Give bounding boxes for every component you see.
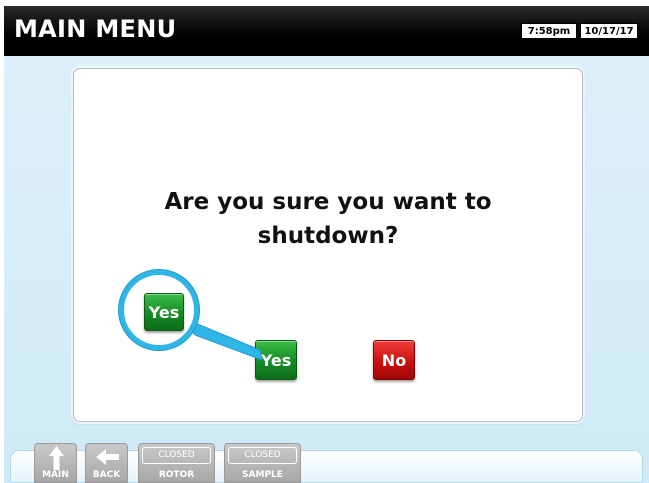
up-arrow-icon <box>49 446 64 470</box>
no-button[interactable]: No <box>373 340 415 380</box>
sample-label: SAMPLE <box>242 470 283 480</box>
shutdown-dialog: Are you sure you want to shutdown? Yes N… <box>73 68 583 422</box>
rotor-status: CLOSED <box>142 447 211 464</box>
rotor-label: ROTOR <box>158 470 195 480</box>
back-nav-label: BACK <box>92 470 121 480</box>
time-display: 7:58pm <box>521 23 577 39</box>
yes-callout-magnifier: Yes <box>119 270 199 350</box>
sample-status-button[interactable]: CLOSED SAMPLE <box>224 443 301 483</box>
question-line-1: Are you sure you want to <box>164 189 492 215</box>
main-nav-button[interactable]: MAIN <box>34 443 77 483</box>
date-display: 10/17/17 <box>580 23 638 39</box>
rotor-status-button[interactable]: CLOSED ROTOR <box>138 443 215 483</box>
screen: MAIN MENU 7:58pm 10/17/17 Are you sure y… <box>0 0 649 483</box>
callout-yes-button: Yes <box>144 293 184 331</box>
dialog-question: Are you sure you want to shutdown? <box>74 185 582 253</box>
main-nav-label: MAIN <box>42 470 69 480</box>
title-bar: MAIN MENU 7:58pm 10/17/17 <box>4 6 649 56</box>
left-arrow-icon <box>96 449 119 465</box>
yes-button[interactable]: Yes <box>255 340 297 380</box>
question-line-2: shutdown? <box>257 223 399 249</box>
back-nav-button[interactable]: BACK <box>85 443 128 483</box>
page-title: MAIN MENU <box>14 15 177 43</box>
sample-status: CLOSED <box>228 447 297 464</box>
